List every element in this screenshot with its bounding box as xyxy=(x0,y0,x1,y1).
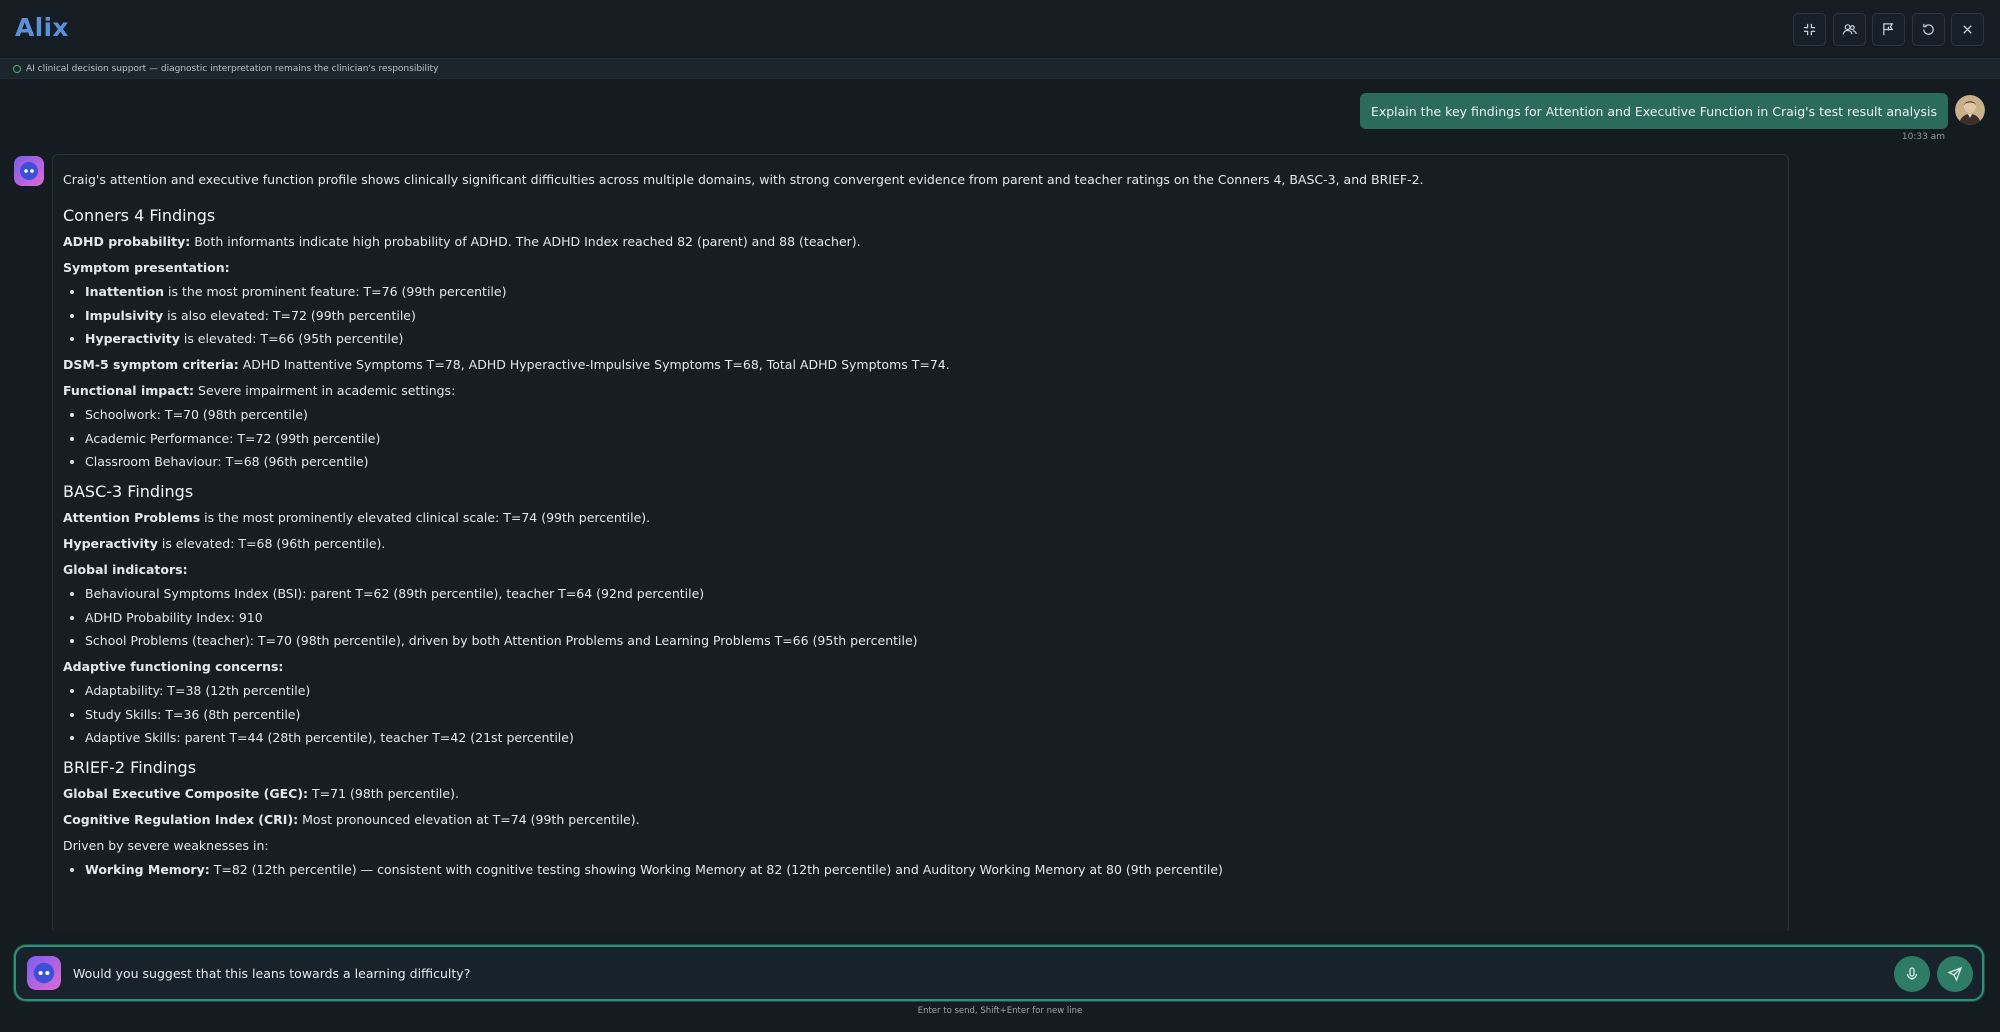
refresh-button[interactable] xyxy=(1912,13,1945,46)
composer-hint: Enter to send, Shift+Enter for new line xyxy=(917,1006,1083,1016)
app-logo: Alix xyxy=(15,13,69,42)
send-button[interactable] xyxy=(1937,956,1973,992)
paragraph: Global indicators: xyxy=(63,562,188,577)
composer xyxy=(14,945,1984,1001)
send-icon xyxy=(1947,966,1963,982)
section-heading-brief: BRIEF-2 Findings xyxy=(63,758,197,777)
assistant-avatar xyxy=(14,156,44,186)
microphone-button[interactable] xyxy=(1894,956,1930,992)
list-item: Hyperactivity is elevated: T=66 (95th pe… xyxy=(85,331,1778,347)
close-button[interactable] xyxy=(1951,13,1984,46)
users-button[interactable] xyxy=(1833,13,1866,46)
disclaimer-bar: AI clinical decision support — diagnosti… xyxy=(0,59,2000,79)
collapse-button[interactable] xyxy=(1793,13,1826,46)
paragraph: Hyperactivity is elevated: T=68 (96th pe… xyxy=(63,536,386,551)
disclaimer-text: AI clinical decision support — diagnosti… xyxy=(26,63,439,74)
assistant-avatar-small xyxy=(27,956,61,990)
symptom-list: Inattention is the most prominent featur… xyxy=(85,284,1778,347)
paragraph: Attention Problems is the most prominent… xyxy=(63,510,651,525)
close-icon xyxy=(1963,25,1972,34)
paragraph: DSM-5 symptom criteria: ADHD Inattentive… xyxy=(63,357,950,372)
flag-button[interactable] xyxy=(1872,13,1905,46)
message-input[interactable] xyxy=(73,956,1873,990)
paragraph: Functional impact: Severe impairment in … xyxy=(63,383,456,398)
message-timestamp: 10:33 am xyxy=(1901,132,1945,142)
flag-icon xyxy=(1883,23,1894,36)
refresh-icon xyxy=(1923,23,1934,35)
users-icon xyxy=(1842,24,1857,35)
user-message: Explain the key findings for Attention a… xyxy=(1359,93,1948,129)
list-item: Behavioural Symptoms Index (BSI): parent… xyxy=(85,586,1778,602)
status-dot-icon xyxy=(13,64,21,73)
list-item: Impulsivity is also elevated: T=72 (99th… xyxy=(85,308,1778,324)
app-header: Alix xyxy=(0,0,2000,59)
response-intro: Craig's attention and executive function… xyxy=(63,172,1424,187)
composer-area: Enter to send, Shift+Enter for new line xyxy=(0,931,2000,1032)
section-heading-basc: BASC-3 Findings xyxy=(63,482,194,501)
list-item: Academic Performance: T=72 (99th percent… xyxy=(85,431,1778,447)
user-avatar xyxy=(1955,95,1985,125)
section-heading-conners: Conners 4 Findings xyxy=(63,206,216,225)
microphone-icon xyxy=(1906,967,1918,980)
paragraph: Driven by severe weaknesses in: xyxy=(63,838,269,853)
list-item: Study Skills: T=36 (8th percentile) xyxy=(85,707,1778,723)
list-item: Working Memory: T=82 (12th percentile) —… xyxy=(85,862,1778,878)
paragraph: Global Executive Composite (GEC): T=71 (… xyxy=(63,786,459,801)
paragraph: Cognitive Regulation Index (CRI): Most p… xyxy=(63,812,640,827)
global-indicators-list: Behavioural Symptoms Index (BSI): parent… xyxy=(85,586,1778,649)
list-item: Adaptive Skills: parent T=44 (28th perce… xyxy=(85,730,1778,746)
list-item: ADHD Probability Index: 910 xyxy=(85,610,1778,626)
list-item: Schoolwork: T=70 (98th percentile) xyxy=(85,407,1778,423)
paragraph: Adaptive functioning concerns: xyxy=(63,659,284,674)
functional-list: Schoolwork: T=70 (98th percentile) Acade… xyxy=(85,407,1778,470)
collapse-icon xyxy=(1803,23,1816,36)
paragraph: ADHD probability: Both informants indica… xyxy=(63,234,861,249)
adaptive-list: Adaptability: T=38 (12th percentile) Stu… xyxy=(85,683,1778,746)
list-item: Adaptability: T=38 (12th percentile) xyxy=(85,683,1778,699)
assistant-message: Craig's attention and executive function… xyxy=(52,154,1789,934)
paragraph: Symptom presentation: xyxy=(63,260,230,275)
weakness-list: Working Memory: T=82 (12th percentile) —… xyxy=(85,862,1778,878)
list-item: Classroom Behaviour: T=68 (96th percenti… xyxy=(85,454,1778,470)
list-item: School Problems (teacher): T=70 (98th pe… xyxy=(85,633,1778,649)
list-item: Inattention is the most prominent featur… xyxy=(85,284,1778,300)
